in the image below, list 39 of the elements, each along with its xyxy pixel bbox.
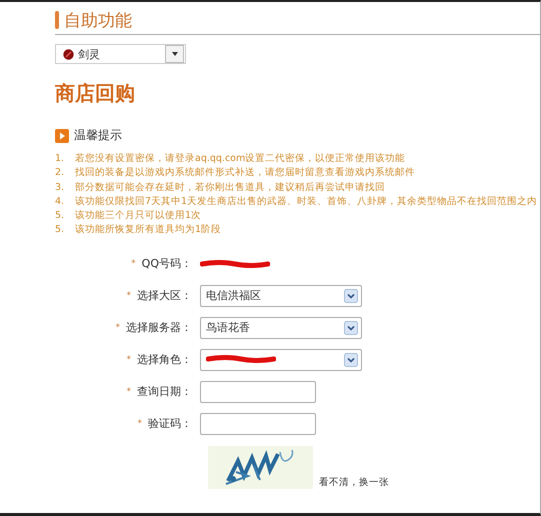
required-mark: * (126, 290, 131, 301)
tip-text: 该功能仅限找回7天其中1天发生商店出售的武器、时装、首饰、八卦牌，其余类型物品不在找回范围之内 (75, 194, 538, 209)
input-field[interactable] (200, 412, 316, 435)
select-field[interactable]: 电信洪福区 (200, 284, 362, 307)
select-field[interactable]: 鸟语花香 (200, 316, 362, 339)
tip-text: 部分数据可能会存在延时，若你刚出售道具，建议稍后再尝试申请找回 (75, 180, 385, 195)
page-title: 商店回购 (55, 80, 136, 107)
list-number: 2. (55, 166, 66, 180)
list-number: 4. (55, 194, 66, 209)
select-field[interactable] (200, 348, 362, 371)
redaction-mark (206, 355, 276, 364)
required-mark: * (138, 418, 142, 429)
tip-text: 该功能所恢复所有道具均为1阶段 (75, 223, 222, 238)
required-mark: * (131, 258, 136, 269)
field-label: 选择角色： (137, 352, 192, 368)
field-label: QQ号码： (142, 256, 192, 272)
field-label: 验证码： (148, 416, 192, 432)
list-number: 1. (55, 152, 66, 166)
field-label: 选择大区： (137, 288, 192, 304)
header-accent-bar (55, 11, 59, 29)
tip-text: 该功能三个月只可以使用1次 (75, 209, 202, 224)
required-mark: * (126, 386, 131, 397)
section-title: 自助功能 (64, 10, 132, 32)
list-number: 5. (55, 209, 66, 224)
tip-text: 若您没有设置密保，请登录aq.qq.com设置二代密保，以便正常使用该功能 (75, 152, 406, 166)
refresh-captcha-link[interactable]: 看不清，换一张 (319, 476, 389, 489)
field-label: 查询日期： (137, 384, 192, 400)
play-icon (55, 128, 69, 142)
required-mark: * (126, 354, 131, 365)
tips-title: 温馨提示 (74, 127, 122, 144)
game-icon (63, 48, 74, 60)
list-number: 5. (55, 223, 66, 238)
tip-text: 找回的装备是以游戏内系统邮件形式补送，请您届时留意查看游戏内系统邮件 (75, 166, 415, 180)
list-number: 3. (55, 180, 66, 195)
field-label: 选择服务器： (126, 320, 192, 336)
input-field[interactable] (200, 380, 316, 403)
redaction-mark (200, 260, 270, 268)
game-select[interactable]: 剑灵 (55, 44, 186, 64)
required-mark: * (116, 322, 120, 333)
